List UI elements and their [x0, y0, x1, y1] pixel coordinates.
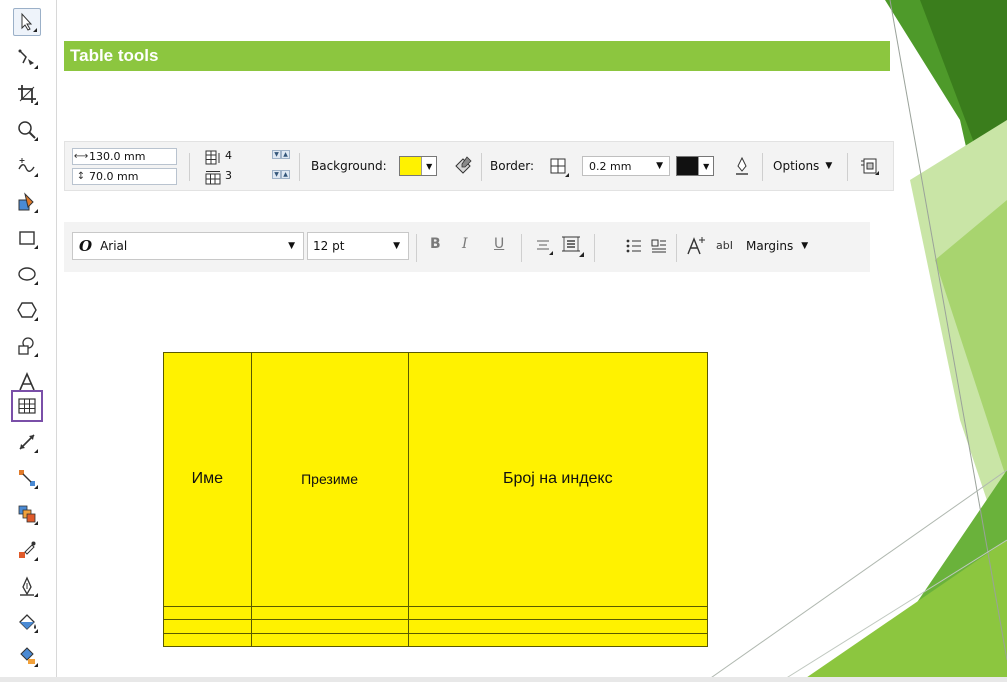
chevron-down-icon: ▼ [288, 241, 295, 251]
chevron-down-icon: ▼ [801, 241, 809, 251]
vertical-align-icon[interactable] [559, 232, 585, 258]
border-color-swatch [677, 157, 699, 175]
font-size-dropdown[interactable]: 12 pt ▼ [307, 232, 409, 260]
options-label: Options [773, 159, 820, 173]
connector-tool-icon[interactable] [13, 464, 41, 492]
margins-button[interactable]: Margins ▼ [746, 239, 808, 253]
table-header-cell[interactable]: Број на индекс [407, 352, 709, 607]
width-icon: ⟷ [73, 151, 89, 162]
table-width-field[interactable]: ⟷ 130.0 mm [72, 148, 177, 165]
sample-table[interactable]: Име Презиме Број на индекс [163, 352, 709, 648]
table-cell[interactable] [250, 632, 409, 648]
crop-tool-icon[interactable] [13, 80, 41, 108]
shape-tool-icon[interactable] [13, 44, 41, 72]
table-height-field[interactable]: ↕ 70.0 mm [72, 168, 177, 185]
basic-shapes-tool-icon[interactable] [13, 332, 41, 360]
options-button[interactable]: Options ▼ [773, 159, 832, 173]
table-row [163, 605, 709, 621]
table-cell[interactable] [163, 632, 252, 648]
bullet-list-icon[interactable] [624, 236, 644, 256]
underline-button[interactable]: U [494, 236, 504, 252]
table-cell[interactable] [250, 619, 409, 634]
background-color-swatch [400, 157, 422, 175]
chevron-down-icon: ▼ [825, 161, 833, 171]
chevron-down-icon: ▼ [393, 241, 400, 251]
border-width-dropdown[interactable]: 0.2 mm ▼ [582, 156, 670, 176]
table-header-row: Име Презиме Број на индекс [163, 352, 709, 607]
table-cell[interactable] [250, 605, 409, 621]
rows-count-field[interactable]: 4 [222, 149, 262, 166]
chevron-down-icon: ▼ [656, 161, 663, 171]
chevron-down-icon: ▼ [421, 157, 436, 175]
border-width-value: 0.2 mm [589, 159, 632, 173]
rows-icon [205, 150, 220, 165]
border-label: Border: [490, 159, 535, 173]
italic-button[interactable]: I [462, 236, 468, 252]
text-align-icon[interactable] [534, 236, 554, 256]
table-cell[interactable] [163, 619, 252, 634]
rows-spinner[interactable]: ▼ ▲ [272, 150, 290, 166]
table-cell[interactable] [163, 605, 252, 621]
background-label: Background: [311, 159, 387, 173]
font-size-value: 12 pt [313, 239, 345, 253]
toolbox [0, 0, 57, 682]
table-tool-icon[interactable] [11, 390, 43, 422]
interactive-fill-tool-icon[interactable] [13, 642, 41, 670]
table-property-bar: ⟷ 130.0 mm ↕ 70.0 mm 4 ▼ ▲ 3 ▼ ▲ Backgroun… [64, 141, 894, 191]
columns-icon [205, 171, 221, 185]
background-color-picker[interactable]: ▼ [399, 156, 437, 176]
text-wrap-icon[interactable] [860, 156, 880, 176]
table-cell[interactable] [407, 632, 709, 648]
slide-title-bar: Table tools [64, 41, 890, 71]
drop-cap-icon[interactable] [649, 236, 669, 256]
table-header-cell[interactable]: Презиме [250, 352, 409, 607]
rectangle-tool-icon[interactable] [13, 224, 41, 252]
polygon-tool-icon[interactable] [13, 296, 41, 324]
columns-spinner[interactable]: ▼ ▲ [272, 170, 290, 186]
edit-text-button[interactable]: abI [716, 239, 733, 252]
columns-count-field[interactable]: 3 [222, 169, 262, 186]
table-row [163, 632, 709, 648]
smart-fill-tool-icon[interactable] [13, 188, 41, 216]
opentype-font-icon: O [79, 237, 93, 255]
bold-button[interactable]: B [430, 236, 441, 252]
ellipse-tool-icon[interactable] [13, 260, 41, 288]
height-icon: ↕ [76, 171, 86, 182]
table-height-value: 70.0 mm [89, 170, 139, 183]
pick-tool-icon[interactable] [13, 8, 41, 36]
fill-tool-icon[interactable] [13, 608, 41, 636]
bottom-border [0, 677, 1007, 682]
outline-pen-icon[interactable] [733, 156, 751, 176]
table-width-value: 130.0 mm [89, 150, 146, 163]
table-cell[interactable] [407, 605, 709, 621]
edit-fill-icon[interactable] [453, 155, 473, 175]
font-name-value: Arial [100, 239, 128, 253]
chevron-down-icon: ▼ [698, 157, 713, 175]
font-family-dropdown[interactable]: O Arial ▼ [72, 232, 304, 260]
border-color-picker[interactable]: ▼ [676, 156, 714, 176]
slide-title: Table tools [70, 46, 159, 65]
dimension-tool-icon[interactable] [13, 428, 41, 456]
table-header-cell[interactable]: Име [163, 352, 252, 607]
outline-pen-tool-icon[interactable] [13, 572, 41, 600]
table-cell[interactable] [407, 619, 709, 634]
text-property-bar: O Arial ▼ 12 pt ▼ B I U abI Margins ▼ [64, 222, 870, 272]
blend-tool-icon[interactable] [13, 500, 41, 528]
table-row [163, 619, 709, 634]
zoom-tool-icon[interactable] [13, 116, 41, 144]
border-selection-icon[interactable] [548, 156, 570, 178]
freehand-tool-icon[interactable] [13, 152, 41, 180]
margins-label: Margins [746, 239, 794, 253]
character-formatting-icon[interactable] [684, 234, 708, 258]
eyedropper-tool-icon[interactable] [13, 536, 41, 564]
